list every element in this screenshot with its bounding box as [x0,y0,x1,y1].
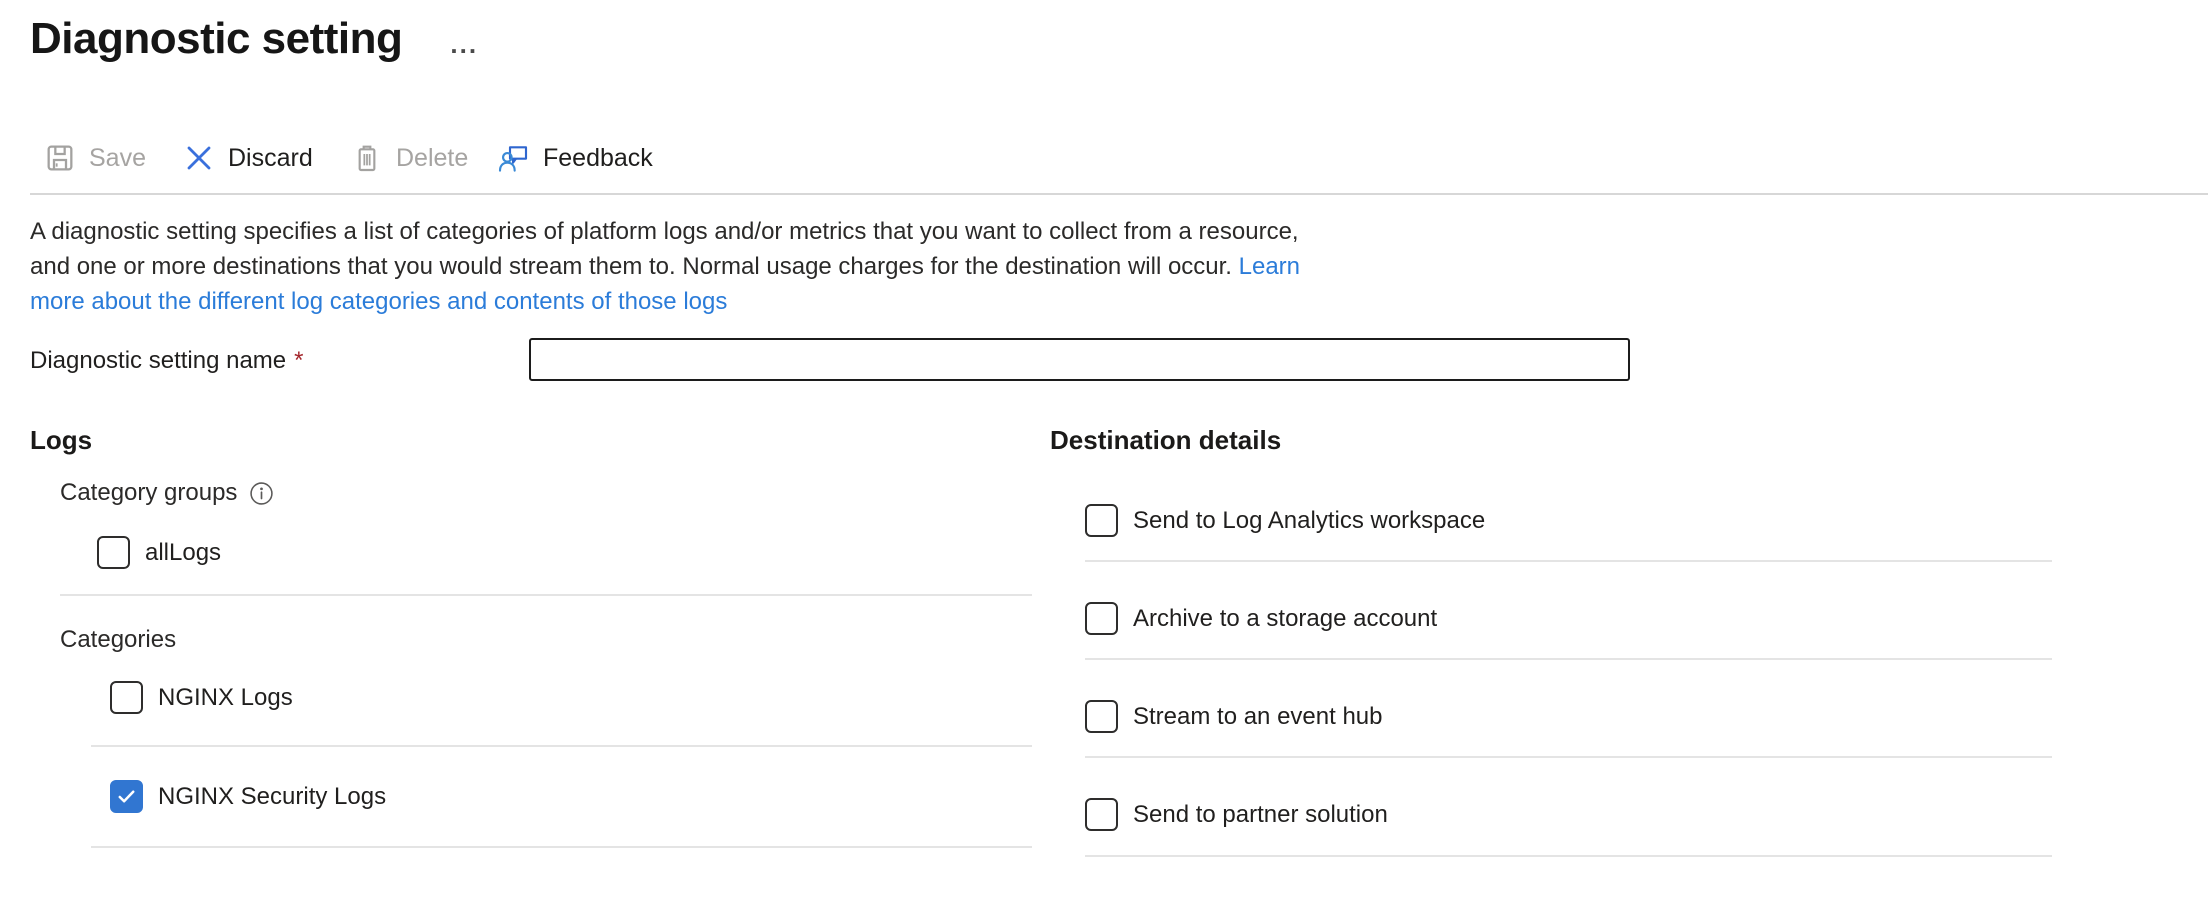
nginx-logs-row[interactable]: NGINX Logs [110,681,293,714]
alllogs-label: allLogs [145,539,221,567]
send-partner-solution-checkbox[interactable] [1085,798,1118,831]
save-label: Save [89,144,146,173]
description-line-1: A diagnostic setting specifies a list of… [30,214,1300,249]
discard-button[interactable]: Discard [183,136,313,180]
nginx-logs-checkbox[interactable] [110,681,143,714]
description-text: A diagnostic setting specifies a list of… [30,214,1300,319]
delete-button[interactable]: Delete [351,136,468,180]
nginx-security-logs-checkbox[interactable] [110,780,143,813]
logs-heading: Logs [30,425,92,456]
send-to-log-analytics-checkbox[interactable] [1085,504,1118,537]
feedback-label: Feedback [543,144,653,173]
required-asterisk: * [294,347,303,375]
feedback-button[interactable]: Feedback [498,136,653,180]
title-row: Diagnostic setting ... [30,10,478,68]
page-title: Diagnostic setting [30,10,402,68]
stream-event-hub-label: Stream to an event hub [1133,703,1383,731]
send-partner-solution-label: Send to partner solution [1133,801,1388,829]
name-label: Diagnostic setting name [30,347,286,375]
destination-divider-3 [1085,756,2052,758]
learn-more-link-continued[interactable]: more about the different log categories … [30,288,727,315]
category-groups-row: Category groups [60,479,274,507]
category-groups-label: Category groups [60,479,237,507]
info-icon[interactable] [249,481,274,506]
discard-label: Discard [228,144,313,173]
categories-label: Categories [60,626,176,654]
diagnostic-setting-name-input[interactable] [529,338,1630,381]
stream-event-hub-checkbox[interactable] [1085,700,1118,733]
trash-icon [351,142,383,174]
more-actions-icon[interactable]: ... [450,34,478,54]
alllogs-checkbox[interactable] [97,536,130,569]
categories-divider-2 [91,846,1032,848]
learn-more-link[interactable]: Learn [1239,253,1300,280]
name-label-row: Diagnostic setting name * [30,347,303,375]
nginx-security-logs-label: NGINX Security Logs [158,783,386,811]
archive-storage-row[interactable]: Archive to a storage account [1085,602,1437,635]
save-button[interactable]: Save [44,136,146,180]
save-icon [44,142,76,174]
discard-x-icon [183,142,215,174]
destination-divider-4 [1085,855,2052,857]
destination-divider-2 [1085,658,2052,660]
archive-storage-label: Archive to a storage account [1133,605,1437,633]
send-to-log-analytics-label: Send to Log Analytics workspace [1133,507,1485,535]
send-partner-solution-row[interactable]: Send to partner solution [1085,798,1388,831]
description-line-2: and one or more destinations that you wo… [30,249,1300,284]
diagnostic-setting-page: Diagnostic setting ... Save Discard [0,0,2208,908]
destination-details-heading: Destination details [1050,425,1281,456]
description-line-3: more about the different log categories … [30,284,1300,319]
destination-divider-1 [1085,560,2052,562]
feedback-icon [498,142,530,174]
categories-divider-1 [91,745,1032,747]
logs-divider [60,594,1032,596]
alllogs-row[interactable]: allLogs [97,536,221,569]
archive-storage-checkbox[interactable] [1085,602,1118,635]
send-to-log-analytics-row[interactable]: Send to Log Analytics workspace [1085,504,1485,537]
nginx-logs-label: NGINX Logs [158,684,293,712]
stream-event-hub-row[interactable]: Stream to an event hub [1085,700,1383,733]
nginx-security-logs-row[interactable]: NGINX Security Logs [110,780,386,813]
toolbar-divider [30,193,2208,195]
delete-label: Delete [396,144,468,173]
